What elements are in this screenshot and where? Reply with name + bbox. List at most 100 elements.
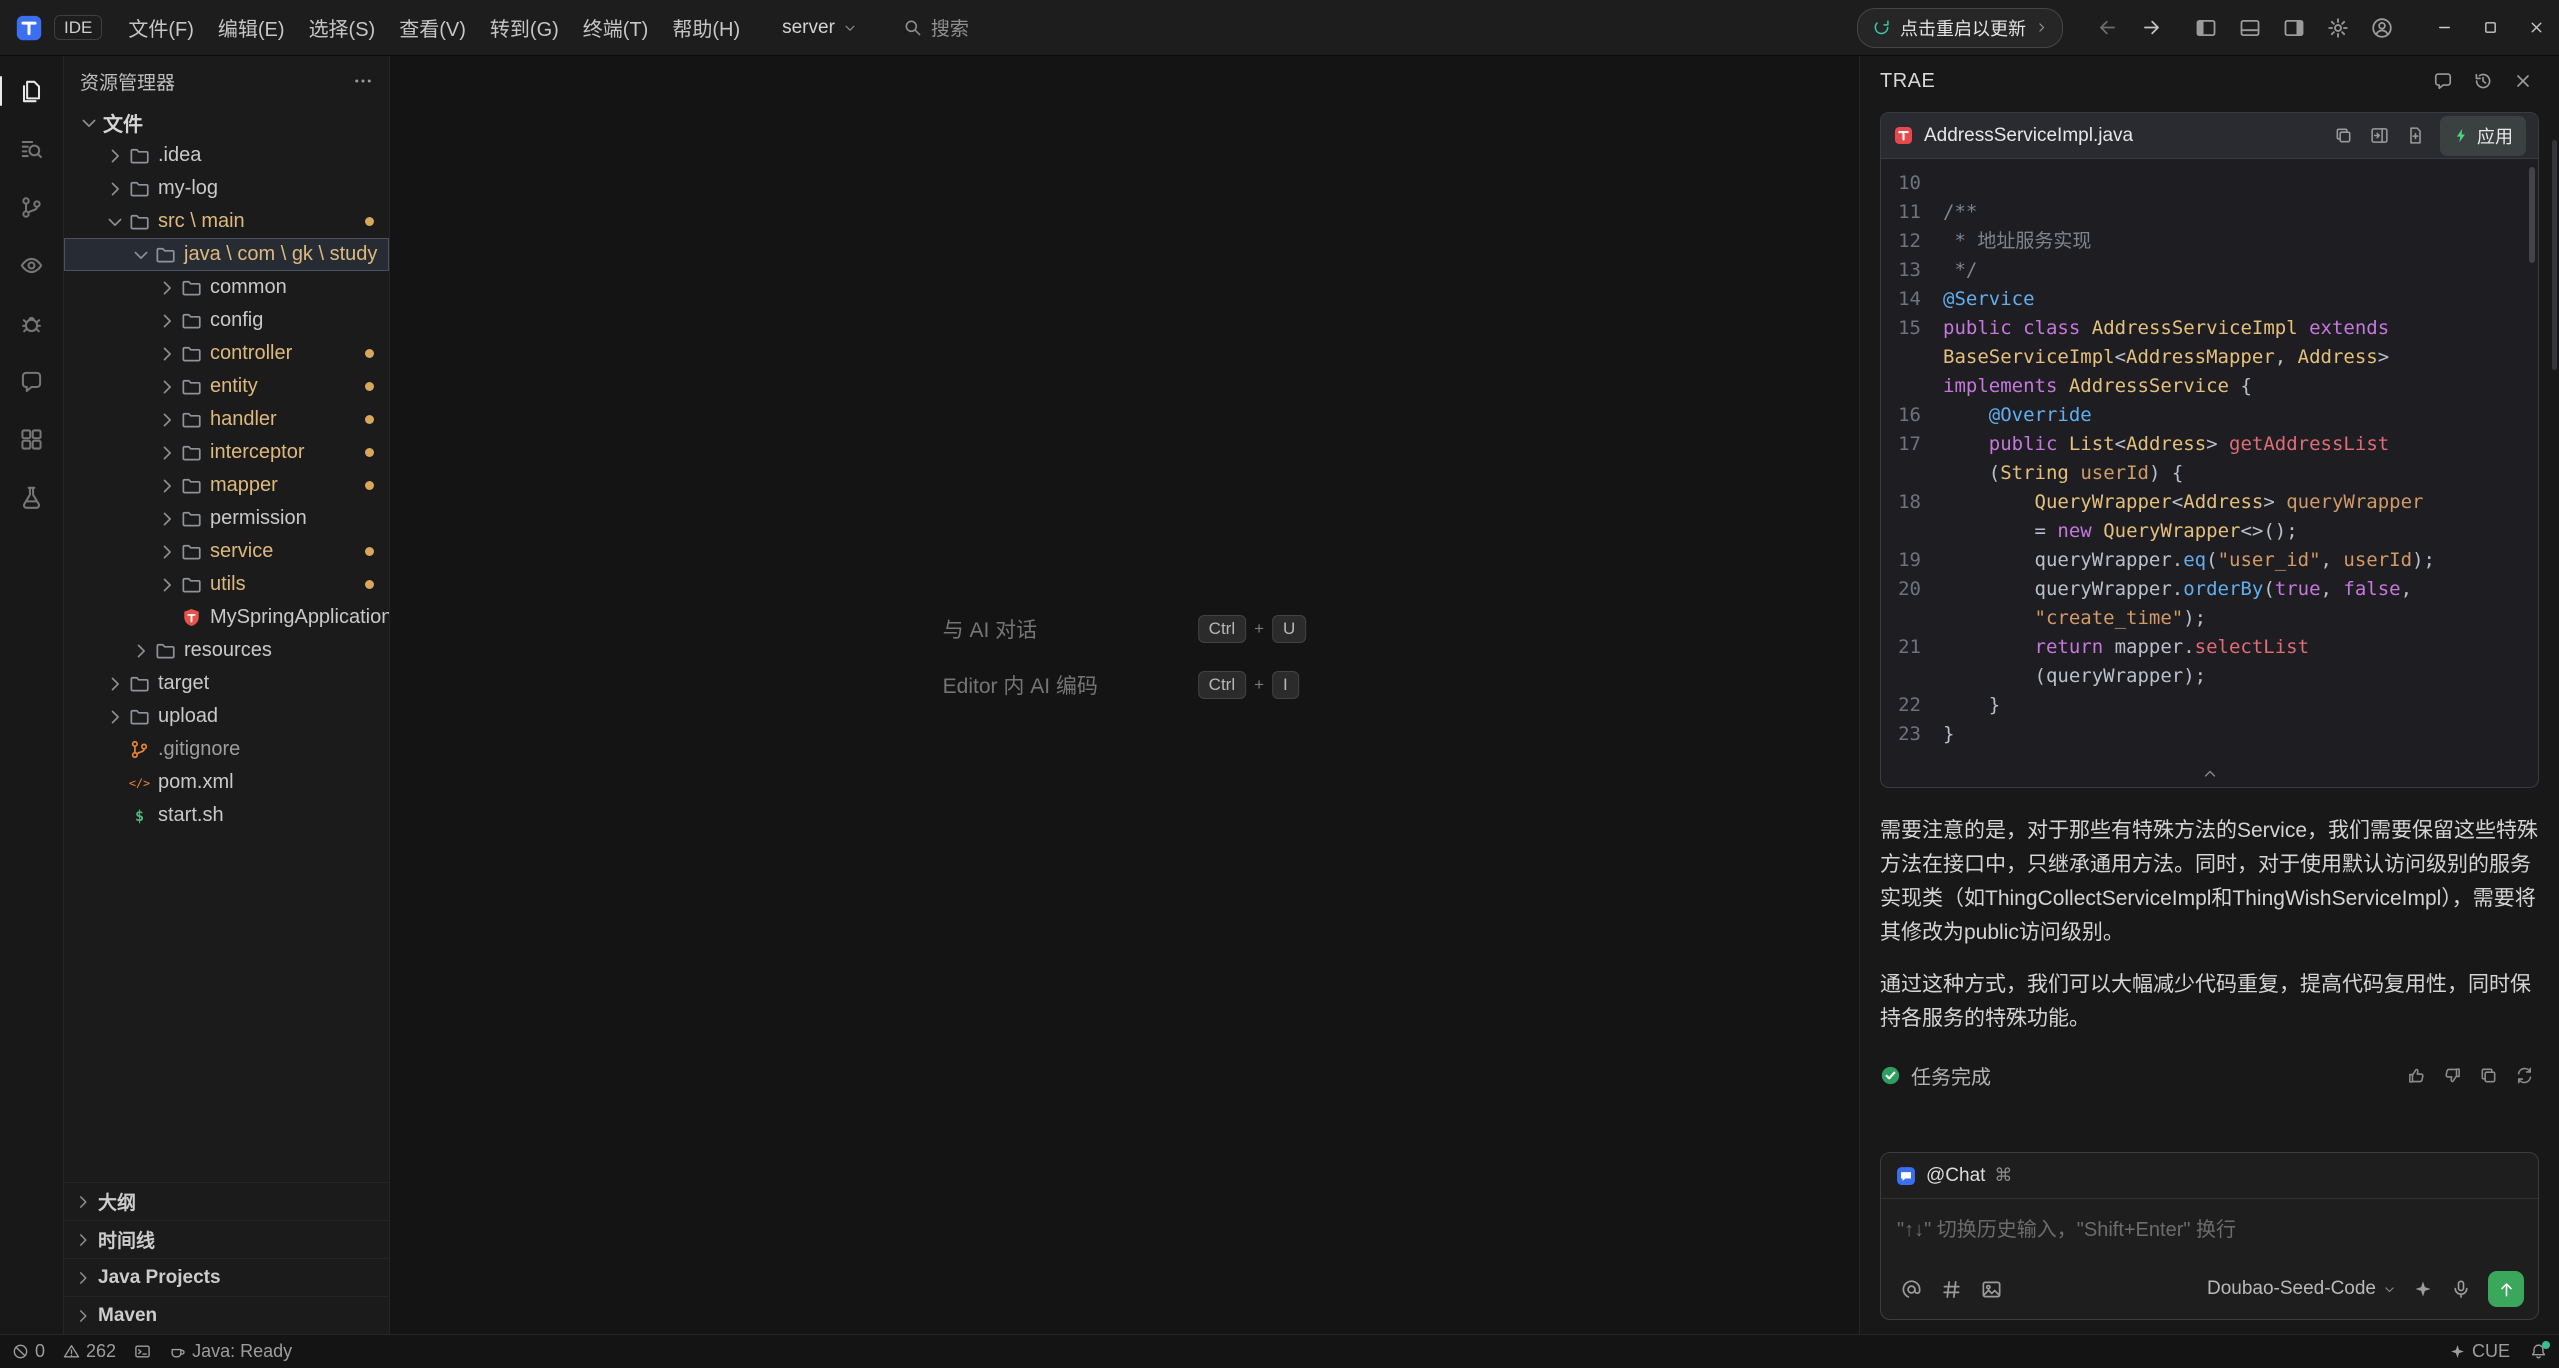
copy-button[interactable]	[2473, 1060, 2503, 1090]
activity-files[interactable]	[0, 62, 64, 120]
feedback-button[interactable]	[2427, 65, 2459, 97]
terminal-status[interactable]	[134, 1343, 151, 1360]
thumbs-down-button[interactable]	[2437, 1060, 2467, 1090]
tree-item-handler[interactable]: handler	[64, 403, 389, 436]
tree-item-[interactable]: 文件	[64, 106, 389, 139]
close-button[interactable]	[2513, 0, 2559, 55]
tree-item-mapper[interactable]: mapper	[64, 469, 389, 502]
shell-icon: $	[129, 805, 150, 826]
sidebar-section-[interactable]: 大纲	[64, 1182, 389, 1220]
at-button[interactable]	[1895, 1274, 1927, 1304]
diff-button[interactable]	[2400, 121, 2430, 151]
menu-item-2[interactable]: 选择(S)	[297, 6, 388, 49]
app-badge: IDE	[54, 15, 102, 40]
sidebar-title-row: 资源管理器	[64, 56, 389, 106]
mic-button[interactable]	[2446, 1274, 2476, 1304]
modified-dot	[365, 547, 374, 556]
input-right-group: Doubao-Seed-Code	[2207, 1271, 2524, 1307]
history-button[interactable]	[2467, 65, 2499, 97]
insert-button[interactable]	[2364, 121, 2394, 151]
tree-item-.gitignore[interactable]: .gitignore	[64, 733, 389, 766]
tree-item-src-main[interactable]: src \ main	[64, 205, 389, 238]
tree-item-myspringapplication.java[interactable]: MySpringApplication.java	[64, 601, 389, 634]
activity-chat[interactable]	[0, 352, 64, 410]
model-selector[interactable]: Doubao-Seed-Code	[2207, 1278, 2396, 1300]
tree-item-target[interactable]: target	[64, 667, 389, 700]
refresh-button[interactable]	[2509, 1060, 2539, 1090]
problems-warnings[interactable]: 262	[63, 1341, 116, 1362]
arrow-right-button[interactable]	[2133, 10, 2169, 46]
java-status[interactable]: Java: Ready	[169, 1341, 292, 1362]
copy-button[interactable]	[2328, 121, 2358, 151]
tree-item-resources[interactable]: resources	[64, 634, 389, 667]
more-actions-icon[interactable]	[353, 71, 373, 91]
gear-button[interactable]	[2319, 10, 2357, 46]
restart-update-button[interactable]: 点击重启以更新	[1857, 8, 2063, 48]
tree-item-interceptor[interactable]: interceptor	[64, 436, 389, 469]
problems-errors[interactable]: 0	[12, 1341, 45, 1362]
hash-button[interactable]	[1935, 1274, 1967, 1304]
activity-extensions[interactable]	[0, 410, 64, 468]
activity-source-control[interactable]	[0, 178, 64, 236]
tree-item-java-com-gk-study[interactable]: java \ com \ gk \ study	[64, 238, 389, 271]
tree-item-config[interactable]: config	[64, 304, 389, 337]
panel-right-icon	[2283, 17, 2305, 39]
panel-title: TRAE	[1880, 70, 1935, 93]
arrow-up-icon	[2497, 1280, 2516, 1299]
close-button[interactable]	[2507, 65, 2539, 97]
context-chip-row: @Chat ⌘	[1881, 1153, 2538, 1199]
nav-arrows	[2089, 10, 2169, 46]
cue-status[interactable]: CUE	[2449, 1341, 2510, 1362]
tree-item-common[interactable]: common	[64, 271, 389, 304]
code-line: 17 public List<Address> getAddressList (…	[1881, 430, 2538, 488]
tree-item-upload[interactable]: upload	[64, 700, 389, 733]
arrow-left-button[interactable]	[2089, 10, 2125, 46]
notifications-bell[interactable]	[2530, 1343, 2547, 1360]
editor-area[interactable]: 与 AI 对话Ctrl+UEditor 内 AI 编码Ctrl+I	[390, 56, 1859, 1334]
menu-item-1[interactable]: 编辑(E)	[206, 6, 297, 49]
feedback-icon	[2433, 71, 2453, 91]
spark-button[interactable]	[2408, 1274, 2438, 1304]
tree-item-service[interactable]: service	[64, 535, 389, 568]
chat-input[interactable]: "↑↓" 切换历史输入，"Shift+Enter" 换行	[1881, 1199, 2538, 1263]
account-button[interactable]	[2363, 10, 2401, 46]
sidebar-section-maven[interactable]: Maven	[64, 1296, 389, 1334]
send-button[interactable]	[2488, 1271, 2524, 1307]
panel-left-icon	[2195, 17, 2217, 39]
menu-item-3[interactable]: 查看(V)	[387, 6, 478, 49]
panel-bottom-button[interactable]	[2231, 10, 2269, 46]
menu-item-4[interactable]: 转到(G)	[478, 6, 571, 49]
run-config-dropdown[interactable]: server	[782, 17, 857, 39]
tree-item-controller[interactable]: controller	[64, 337, 389, 370]
search-box[interactable]: 搜索	[903, 14, 969, 41]
minimize-button[interactable]	[2421, 0, 2467, 55]
folder-icon	[129, 673, 150, 694]
tree-item-entity[interactable]: entity	[64, 370, 389, 403]
menu-item-6[interactable]: 帮助(H)	[660, 6, 752, 49]
tree-item-pom.xml[interactable]: </>pom.xml	[64, 766, 389, 799]
context-chip[interactable]: @Chat	[1926, 1165, 1985, 1187]
tree-item-.idea[interactable]: .idea	[64, 139, 389, 172]
panel-scrollbar[interactable]	[2552, 140, 2557, 370]
sidebar-section-java-projects[interactable]: Java Projects	[64, 1258, 389, 1296]
menu-item-0[interactable]: 文件(F)	[116, 6, 206, 49]
maximize-button[interactable]	[2467, 0, 2513, 55]
panel-left-button[interactable]	[2187, 10, 2225, 46]
collapse-code-button[interactable]	[1881, 761, 2538, 787]
code-scrollbar[interactable]	[2529, 167, 2535, 263]
tree-item-permission[interactable]: permission	[64, 502, 389, 535]
sidebar-section-[interactable]: 时间线	[64, 1220, 389, 1258]
apply-button[interactable]: 应用	[2440, 116, 2526, 156]
menu-item-5[interactable]: 终端(T)	[571, 6, 661, 49]
panel-right-button[interactable]	[2275, 10, 2313, 46]
tree-item-start.sh[interactable]: $start.sh	[64, 799, 389, 832]
activity-eye[interactable]	[0, 236, 64, 294]
tree-item-my-log[interactable]: my-log	[64, 172, 389, 205]
file-tree: 文件.ideamy-logsrc \ mainjava \ com \ gk \…	[64, 106, 389, 1182]
image-button[interactable]	[1975, 1274, 2007, 1304]
thumbs-up-button[interactable]	[2401, 1060, 2431, 1090]
activity-bug[interactable]	[0, 294, 64, 352]
tree-item-utils[interactable]: utils	[64, 568, 389, 601]
activity-flask[interactable]	[0, 468, 64, 526]
activity-search-list[interactable]	[0, 120, 64, 178]
